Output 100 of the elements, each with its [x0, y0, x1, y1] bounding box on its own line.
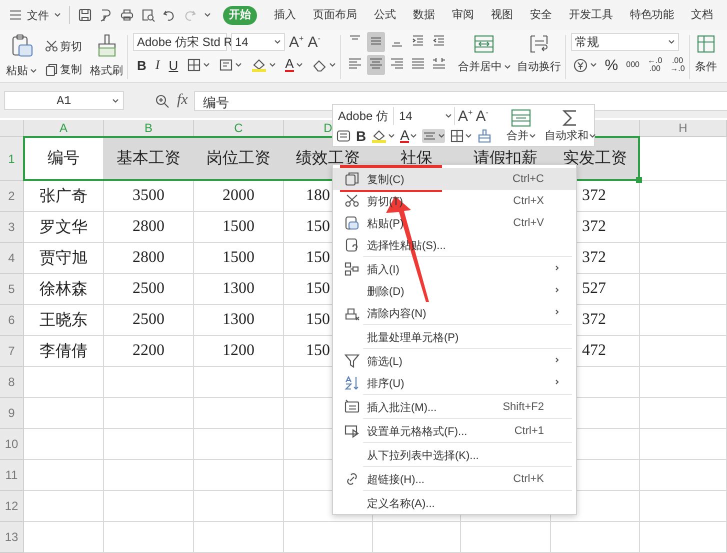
- copy-button[interactable]: 复制: [45, 62, 82, 76]
- row-header[interactable]: 13: [0, 522, 24, 553]
- row-header[interactable]: 6: [0, 305, 24, 336]
- row-header[interactable]: 8: [0, 367, 24, 398]
- caret-icon[interactable]: [269, 62, 276, 68]
- caret-icon[interactable]: [438, 133, 446, 139]
- eraser-icon[interactable]: [312, 58, 327, 72]
- caret-icon[interactable]: [445, 113, 452, 119]
- shrink-font-button[interactable]: A$^{-}$: [476, 108, 488, 124]
- menu-item[interactable]: 插入批注(M)... Shift+F2: [333, 396, 576, 418]
- row-header[interactable]: 5: [0, 274, 24, 305]
- paste-icon[interactable]: [10, 33, 34, 59]
- ribbon-tab[interactable]: 数据: [413, 6, 435, 24]
- fill-handle[interactable]: [636, 177, 642, 183]
- row-header[interactable]: 9: [0, 398, 24, 429]
- caret-icon[interactable]: [410, 133, 418, 139]
- caret-icon[interactable]: [465, 133, 472, 139]
- menu-icon[interactable]: [9, 9, 22, 21]
- caret-icon[interactable]: [529, 132, 536, 138]
- row-header[interactable]: 2: [0, 181, 24, 212]
- caret-icon[interactable]: [668, 39, 675, 45]
- menu-item[interactable]: 从下拉列表中选择(K)...: [333, 444, 576, 466]
- export-icon[interactable]: [99, 8, 113, 22]
- format-painter-icon[interactable]: [96, 33, 118, 59]
- align-center-icon[interactable]: [366, 55, 385, 75]
- merge-center-icon[interactable]: [473, 33, 496, 55]
- ribbon-tab[interactable]: 视图: [491, 6, 513, 24]
- ribbon-tab[interactable]: 审阅: [452, 6, 474, 24]
- ribbon-tab[interactable]: 安全: [530, 6, 552, 24]
- row-header[interactable]: 4: [0, 243, 24, 274]
- row-header[interactable]: 12: [0, 491, 24, 522]
- align-middle-icon[interactable]: [366, 32, 385, 52]
- caret-icon[interactable]: [296, 62, 303, 68]
- caret-icon[interactable]: [388, 133, 396, 139]
- merge-icon[interactable]: [510, 108, 532, 128]
- caret-icon[interactable]: [504, 64, 511, 70]
- file-menu[interactable]: 文件: [27, 8, 49, 22]
- fill-color-icon[interactable]: [251, 58, 268, 72]
- merge-center-button[interactable]: 合并居中: [458, 59, 511, 74]
- caret-icon[interactable]: [204, 12, 211, 18]
- print-icon[interactable]: [120, 8, 134, 22]
- decimal-button[interactable]: .00 →.0: [670, 57, 685, 73]
- ribbon-tab[interactable]: 公式: [374, 6, 396, 24]
- caret-icon[interactable]: [274, 39, 281, 45]
- paste-button[interactable]: 粘贴: [6, 63, 37, 78]
- ribbon-tab[interactable]: 特色功能: [630, 6, 674, 24]
- grow-font-button[interactable]: A$^{+}$: [289, 34, 304, 50]
- font-size-field[interactable]: 14: [231, 33, 285, 51]
- format-painter-button[interactable]: 格式刷: [90, 63, 123, 78]
- ribbon-tab[interactable]: 页面布局: [313, 6, 357, 24]
- function-button[interactable]: fx: [177, 92, 188, 109]
- bold-button[interactable]: B: [137, 58, 146, 72]
- cut-button[interactable]: 剪切: [45, 38, 82, 54]
- zoom-icon[interactable]: [154, 92, 170, 108]
- caret-icon[interactable]: [54, 12, 61, 18]
- font-size-field[interactable]: 14: [397, 107, 455, 125]
- wrap-text-button[interactable]: 自动换行: [516, 59, 561, 74]
- row-header[interactable]: 11: [0, 460, 24, 491]
- menu-item[interactable]: 定义名称(A)...: [333, 492, 576, 514]
- decimal-button[interactable]: ←.0 .00: [648, 57, 662, 73]
- caret-icon[interactable]: [589, 132, 596, 138]
- font-color-button[interactable]: A: [285, 58, 294, 72]
- font-name-field[interactable]: Adobe 仿: [336, 107, 394, 125]
- font-color-button[interactable]: A: [400, 129, 410, 143]
- row-header[interactable]: 7: [0, 336, 24, 367]
- border-icon[interactable]: [450, 129, 464, 143]
- caret-icon[interactable]: [235, 62, 242, 68]
- menu-item[interactable]: 设置单元格格式(F)... Ctrl+1: [333, 420, 576, 442]
- save-icon[interactable]: [78, 8, 92, 22]
- border-icon[interactable]: [187, 58, 202, 72]
- cell-style-icon[interactable]: [219, 58, 234, 72]
- caret-icon[interactable]: [203, 62, 210, 68]
- grow-font-button[interactable]: A$^{+}$: [458, 108, 473, 124]
- format-cells-icon[interactable]: [336, 129, 351, 143]
- fill-color-icon[interactable]: [371, 129, 388, 143]
- menu-item[interactable]: 超链接(H)... Ctrl+K: [333, 468, 576, 490]
- row-header[interactable]: 3: [0, 212, 24, 243]
- conditional-format-button[interactable]: 条件: [694, 59, 717, 74]
- column-header[interactable]: H: [640, 120, 727, 137]
- name-box[interactable]: A1: [4, 91, 124, 110]
- menu-item[interactable]: 复制(C) Ctrl+C: [333, 168, 576, 190]
- ribbon-tab[interactable]: 插入: [274, 6, 296, 24]
- percent-button[interactable]: %: [604, 56, 618, 74]
- caret-icon[interactable]: [590, 62, 597, 68]
- menu-item[interactable]: 排序(U): [333, 372, 576, 394]
- caret-icon[interactable]: [328, 62, 336, 68]
- caret-icon[interactable]: [112, 98, 119, 104]
- underline-button[interactable]: U: [168, 58, 178, 72]
- format-painter-icon[interactable]: [477, 129, 492, 143]
- conditional-format-icon[interactable]: [694, 33, 717, 55]
- number-format-field[interactable]: 常规: [570, 33, 679, 51]
- wrap-text-icon[interactable]: [528, 33, 550, 55]
- italic-button[interactable]: I: [155, 57, 160, 73]
- thousands-button[interactable]: 000: [626, 61, 640, 69]
- row-header[interactable]: 10: [0, 429, 24, 460]
- align-center-button[interactable]: [422, 129, 446, 143]
- ribbon-tab[interactable]: 文档: [691, 6, 713, 24]
- shrink-font-button[interactable]: A$^{-}$: [308, 34, 320, 50]
- caret-icon[interactable]: [30, 68, 37, 74]
- print-preview-icon[interactable]: [141, 8, 155, 22]
